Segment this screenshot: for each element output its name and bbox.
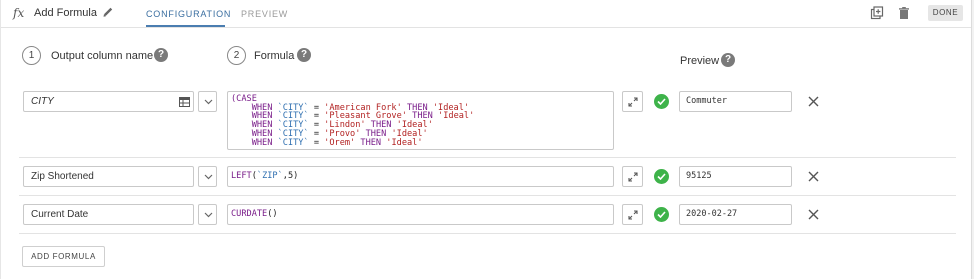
formula-editor[interactable]: CURDATE() — [227, 204, 614, 225]
check-circle-icon — [654, 207, 669, 222]
row-divider — [19, 233, 956, 234]
formula-line: WHEN `CITY` = 'Orem' THEN 'Ideal' — [251, 137, 423, 148]
row-divider — [19, 157, 956, 158]
output-column-name-label: Output column name — [51, 50, 154, 62]
expand-formula-button[interactable] — [622, 91, 643, 112]
done-button[interactable]: DONE — [928, 5, 963, 21]
help-icon[interactable]: ? — [721, 53, 735, 67]
close-icon[interactable] — [808, 209, 819, 220]
pencil-icon[interactable] — [102, 6, 114, 18]
output-column-input[interactable]: CITY — [23, 91, 194, 112]
preview-value: Commuter — [679, 91, 792, 112]
column-dropdown-button[interactable] — [198, 166, 217, 187]
expand-formula-button[interactable] — [622, 166, 643, 187]
trash-icon[interactable] — [897, 6, 911, 20]
fx-icon: fx — [13, 6, 25, 20]
step-number-2: 2 — [227, 46, 246, 65]
panel-title: Add Formula — [34, 7, 97, 19]
formula-editor[interactable]: (CASE WHEN `CITY` = 'American Fork' THEN… — [227, 91, 614, 150]
add-formula-panel: fx Add Formula CONFIGURATION PREVIEW DON… — [0, 0, 972, 279]
tab-configuration[interactable]: CONFIGURATION — [146, 9, 231, 19]
expand-icon — [628, 172, 638, 182]
close-icon[interactable] — [808, 96, 819, 107]
expand-formula-button[interactable] — [622, 204, 643, 225]
help-icon[interactable]: ? — [297, 48, 311, 62]
row-divider — [19, 195, 956, 196]
help-icon[interactable]: ? — [154, 48, 168, 62]
duplicate-icon[interactable] — [870, 6, 884, 20]
output-column-input[interactable]: Zip Shortened — [23, 166, 194, 187]
column-dropdown-button[interactable] — [198, 91, 217, 112]
preview-value: 95125 — [679, 166, 792, 187]
table-icon[interactable] — [179, 97, 190, 107]
formula-label: Formula — [254, 50, 295, 62]
panel-header: fx Add Formula CONFIGURATION PREVIEW DON… — [1, 0, 971, 28]
preview-label: Preview — [680, 55, 720, 67]
add-formula-button[interactable]: ADD FORMULA — [22, 246, 105, 267]
close-icon[interactable] — [808, 171, 819, 182]
preview-value: 2020-02-27 — [679, 204, 792, 225]
chevron-down-icon — [204, 99, 213, 105]
step-number-1: 1 — [22, 46, 41, 65]
chevron-down-icon — [204, 174, 213, 180]
tab-preview[interactable]: PREVIEW — [241, 9, 288, 19]
formula-editor[interactable]: LEFT(`ZIP`,5) — [227, 166, 614, 187]
output-column-input[interactable]: Current Date — [23, 204, 194, 225]
column-dropdown-button[interactable] — [198, 204, 217, 225]
expand-icon — [628, 210, 638, 220]
check-circle-icon — [654, 94, 669, 109]
active-tab-indicator — [146, 25, 225, 27]
expand-icon — [628, 97, 638, 107]
check-circle-icon — [654, 169, 669, 184]
chevron-down-icon — [204, 212, 213, 218]
